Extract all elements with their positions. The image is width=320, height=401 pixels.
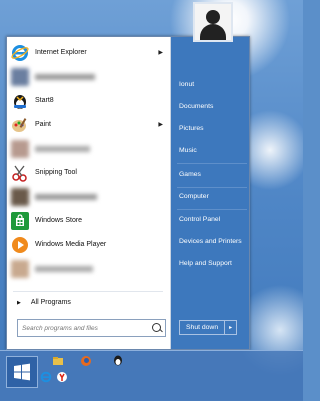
- program-blurred[interactable]: [11, 65, 167, 88]
- search-box[interactable]: [17, 319, 166, 337]
- scissors-icon: [11, 164, 29, 182]
- blurred-label: [35, 73, 95, 80]
- search-input[interactable]: [22, 324, 142, 332]
- link-control-panel[interactable]: Control Panel: [179, 216, 220, 223]
- avatar-head: [206, 10, 220, 24]
- separator: [177, 163, 247, 164]
- arrow-right-icon: ▶: [17, 299, 21, 306]
- program-windows-store[interactable]: Windows Store: [11, 209, 167, 232]
- shutdown-options-button[interactable]: ▸: [224, 321, 236, 334]
- firefox-taskbar-icon[interactable]: [80, 354, 92, 366]
- yandex-taskbar-icon[interactable]: [56, 370, 68, 382]
- program-blurred[interactable]: [11, 137, 167, 160]
- link-documents[interactable]: Documents: [179, 103, 213, 110]
- all-programs-button[interactable]: ▶ All Programs: [17, 299, 71, 306]
- program-label: Windows Media Player: [35, 241, 107, 248]
- program-internet-explorer[interactable]: Internet Explorer ▶: [11, 41, 167, 64]
- store-icon: [11, 211, 29, 230]
- program-snipping-tool[interactable]: Snipping Tool: [11, 161, 167, 184]
- blurred-label: [35, 145, 90, 152]
- shutdown-control: Shut down ▸: [179, 320, 238, 335]
- program-blurred[interactable]: [11, 257, 167, 280]
- program-blurred[interactable]: [11, 185, 167, 208]
- blurred-app-icon: [11, 67, 29, 86]
- program-windows-media-player[interactable]: Windows Media Player: [11, 233, 167, 256]
- link-music[interactable]: Music: [179, 147, 197, 154]
- places-pane: Ionut Documents Pictures Music Games Com…: [171, 37, 249, 349]
- program-label: Start8: [35, 97, 54, 104]
- link-computer[interactable]: Computer: [179, 193, 209, 200]
- link-games[interactable]: Games: [179, 171, 201, 178]
- blurred-app-icon: [11, 187, 29, 206]
- windows-logo-icon: [14, 363, 30, 381]
- submenu-arrow-icon: ▶: [158, 122, 163, 128]
- separator: [177, 209, 247, 210]
- ie-icon: [11, 44, 29, 62]
- start-button[interactable]: [6, 356, 38, 388]
- program-label: Paint: [35, 121, 51, 128]
- program-label: Snipping Tool: [35, 169, 77, 176]
- program-start8[interactable]: Start8: [11, 89, 167, 112]
- link-user[interactable]: Ionut: [179, 81, 194, 88]
- program-label: Windows Store: [35, 217, 83, 224]
- search-icon[interactable]: [152, 323, 161, 332]
- separator: [177, 187, 247, 188]
- blurred-label: [35, 265, 93, 272]
- link-devices-printers[interactable]: Devices and Printers: [179, 238, 242, 245]
- start-menu: Internet Explorer ▶ Start8 Paint ▶ Snipp…: [6, 36, 250, 350]
- blurred-label: [35, 193, 97, 200]
- blurred-app-icon: [11, 259, 29, 278]
- paint-icon: [11, 116, 29, 134]
- ie-taskbar-icon[interactable]: [40, 370, 52, 383]
- submenu-arrow-icon: ▶: [158, 50, 163, 56]
- start8-icon: [11, 92, 29, 110]
- program-paint[interactable]: Paint ▶: [11, 113, 167, 136]
- blurred-app-icon: [11, 139, 29, 158]
- program-label: Internet Explorer: [35, 49, 87, 56]
- media-player-icon: [11, 236, 29, 254]
- explorer-taskbar-icon[interactable]: [52, 354, 64, 366]
- avatar-body: [200, 24, 226, 40]
- all-programs-label: All Programs: [30, 299, 71, 306]
- start8-taskbar-icon[interactable]: [112, 353, 124, 366]
- link-pictures[interactable]: Pictures: [179, 125, 204, 132]
- shutdown-button[interactable]: Shut down: [180, 321, 224, 334]
- programs-pane: Internet Explorer ▶ Start8 Paint ▶ Snipp…: [7, 37, 171, 349]
- separator: [13, 291, 163, 292]
- user-avatar[interactable]: [193, 2, 233, 42]
- link-help-support[interactable]: Help and Support: [179, 260, 232, 267]
